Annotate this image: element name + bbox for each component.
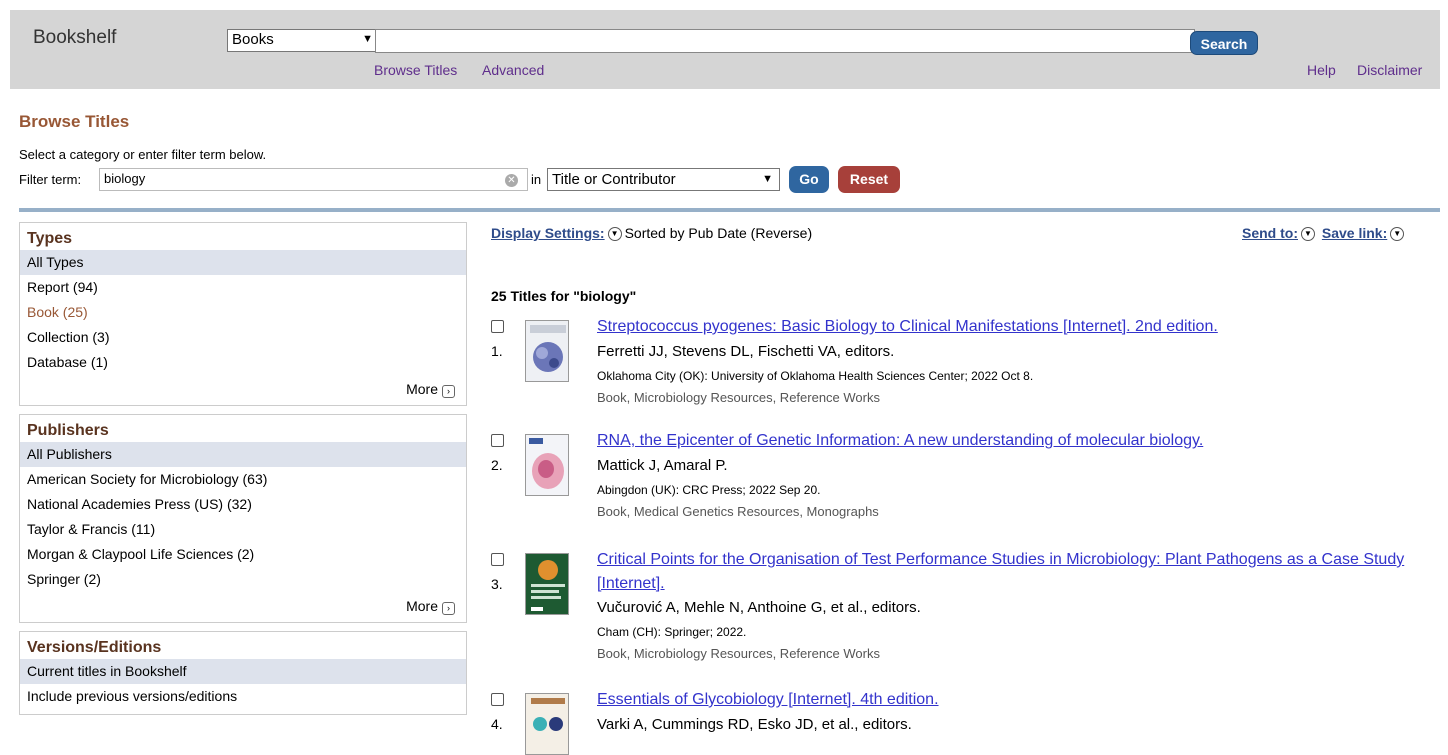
field-select-value: Title or Contributor	[552, 171, 676, 188]
facet-title: Publishers	[27, 422, 109, 439]
clear-icon[interactable]: ✕	[505, 174, 518, 187]
result-authors: Varki A, Cummings RD, Esko JD, et al., e…	[597, 716, 912, 733]
advanced-link[interactable]: Advanced	[482, 62, 544, 78]
result-tags: Book, Microbiology Resources, Reference …	[597, 390, 880, 405]
result-title-link[interactable]: RNA, the Epicenter of Genetic Informatio…	[597, 429, 1437, 453]
publishers-facet: Publishers All Publishers American Socie…	[19, 414, 467, 623]
search-button[interactable]: Search	[1190, 31, 1258, 55]
result-publisher: Abingdon (UK): CRC Press; 2022 Sep 20.	[597, 483, 821, 497]
result-authors: Ferretti JJ, Stevens DL, Fischetti VA, e…	[597, 343, 895, 360]
versions-facet: Versions/Editions Current titles in Book…	[19, 631, 467, 715]
chevron-right-icon: ›	[442, 385, 455, 398]
save-link-link[interactable]: Save link:	[1322, 225, 1387, 241]
divider	[19, 208, 1440, 212]
more-label: More	[406, 598, 438, 614]
display-settings-link[interactable]: Display Settings:	[491, 225, 605, 241]
search-input[interactable]	[375, 29, 1195, 53]
result-publisher: Cham (CH): Springer; 2022.	[597, 625, 747, 639]
facet-item-report[interactable]: Report (94)	[20, 275, 466, 300]
send-to-link[interactable]: Send to:	[1242, 225, 1298, 241]
facet-title: Types	[27, 230, 73, 247]
filter-label: Filter term:	[19, 172, 82, 187]
results-count: 25 Titles for "biology"	[491, 288, 637, 304]
facet-item-morgan-claypool[interactable]: Morgan & Claypool Life Sciences (2)	[20, 542, 466, 567]
facet-item-springer[interactable]: Springer (2)	[20, 567, 466, 592]
result-title-link[interactable]: Essentials of Glycobiology [Internet]. 4…	[597, 688, 1437, 712]
result-checkbox[interactable]	[491, 434, 504, 447]
more-label: More	[406, 381, 438, 397]
chevron-down-icon: ▼	[762, 173, 773, 185]
result-title-link[interactable]: Streptococcus pyogenes: Basic Biology to…	[597, 315, 1437, 339]
result-checkbox[interactable]	[491, 693, 504, 706]
facet-item-current-titles[interactable]: Current titles in Bookshelf	[20, 659, 466, 684]
book-cover-thumbnail[interactable]	[525, 434, 569, 496]
disclaimer-link[interactable]: Disclaimer	[1357, 62, 1422, 78]
facet-item-nap[interactable]: National Academies Press (US) (32)	[20, 492, 466, 517]
chevron-down-icon[interactable]: ▼	[607, 227, 622, 242]
result-number: 3.	[491, 576, 503, 592]
result-tags: Book, Microbiology Resources, Reference …	[597, 646, 880, 661]
book-cover-thumbnail[interactable]	[525, 553, 569, 615]
sort-text: Sorted by Pub Date (Reverse)	[624, 225, 813, 241]
database-select[interactable]: Books ▼	[227, 29, 378, 52]
publishers-more-link[interactable]: More ›	[406, 598, 455, 615]
result-authors: Vučurović A, Mehle N, Anthoine G, et al.…	[597, 599, 921, 616]
chevron-down-icon[interactable]: ▼	[1390, 227, 1405, 242]
chevron-down-icon[interactable]: ▼	[1301, 227, 1315, 242]
in-label: in	[531, 172, 542, 187]
filter-input[interactable]: biology	[99, 168, 528, 191]
send-save-links: Send to: ▼ Save link: ▼	[1242, 225, 1407, 242]
browse-titles-link[interactable]: Browse Titles	[374, 62, 457, 78]
facet-item-previous-versions[interactable]: Include previous versions/editions	[20, 684, 466, 709]
facet-item-all-types[interactable]: All Types	[20, 250, 466, 275]
facet-item-book[interactable]: Book (25)	[20, 300, 466, 325]
result-checkbox[interactable]	[491, 320, 504, 333]
database-select-value: Books	[232, 31, 274, 48]
chevron-right-icon: ›	[442, 602, 455, 615]
go-button[interactable]: Go	[789, 166, 829, 193]
page-title: Browse Titles	[19, 112, 130, 131]
result-number: 1.	[491, 343, 503, 359]
facet-item-asm[interactable]: American Society for Microbiology (63)	[20, 467, 466, 492]
facet-item-collection[interactable]: Collection (3)	[20, 325, 466, 350]
facet-item-taylor-francis[interactable]: Taylor & Francis (11)	[20, 517, 466, 542]
display-settings: Display Settings: ▼ Sorted by Pub Date (Re…	[491, 225, 813, 242]
facet-title: Versions/Editions	[27, 639, 162, 656]
result-checkbox[interactable]	[491, 553, 504, 566]
types-more-link[interactable]: More ›	[406, 381, 455, 398]
help-link[interactable]: Help	[1307, 62, 1336, 78]
instructions-text: Select a category or enter filter term b…	[19, 147, 267, 162]
header-bar: Bookshelf Books ▼ Search Browse Titles A…	[10, 10, 1440, 89]
result-authors: Mattick J, Amaral P.	[597, 457, 728, 474]
book-cover-thumbnail[interactable]	[525, 320, 569, 382]
field-select[interactable]: Title or Contributor ▼	[547, 168, 780, 191]
book-cover-thumbnail[interactable]	[525, 693, 569, 755]
result-number: 4.	[491, 716, 503, 732]
result-publisher: Oklahoma City (OK): University of Oklaho…	[597, 369, 1034, 383]
result-tags: Book, Medical Genetics Resources, Monogr…	[597, 504, 879, 519]
result-number: 2.	[491, 457, 503, 473]
facet-item-database[interactable]: Database (1)	[20, 350, 466, 375]
reset-button[interactable]: Reset	[838, 166, 900, 193]
result-title-link[interactable]: Critical Points for the Organisation of …	[597, 548, 1437, 596]
types-facet: Types All Types Report (94) Book (25) Co…	[19, 222, 467, 406]
site-title[interactable]: Bookshelf	[33, 27, 116, 49]
facet-item-all-publishers[interactable]: All Publishers	[20, 442, 466, 467]
chevron-down-icon: ▼	[362, 33, 373, 45]
